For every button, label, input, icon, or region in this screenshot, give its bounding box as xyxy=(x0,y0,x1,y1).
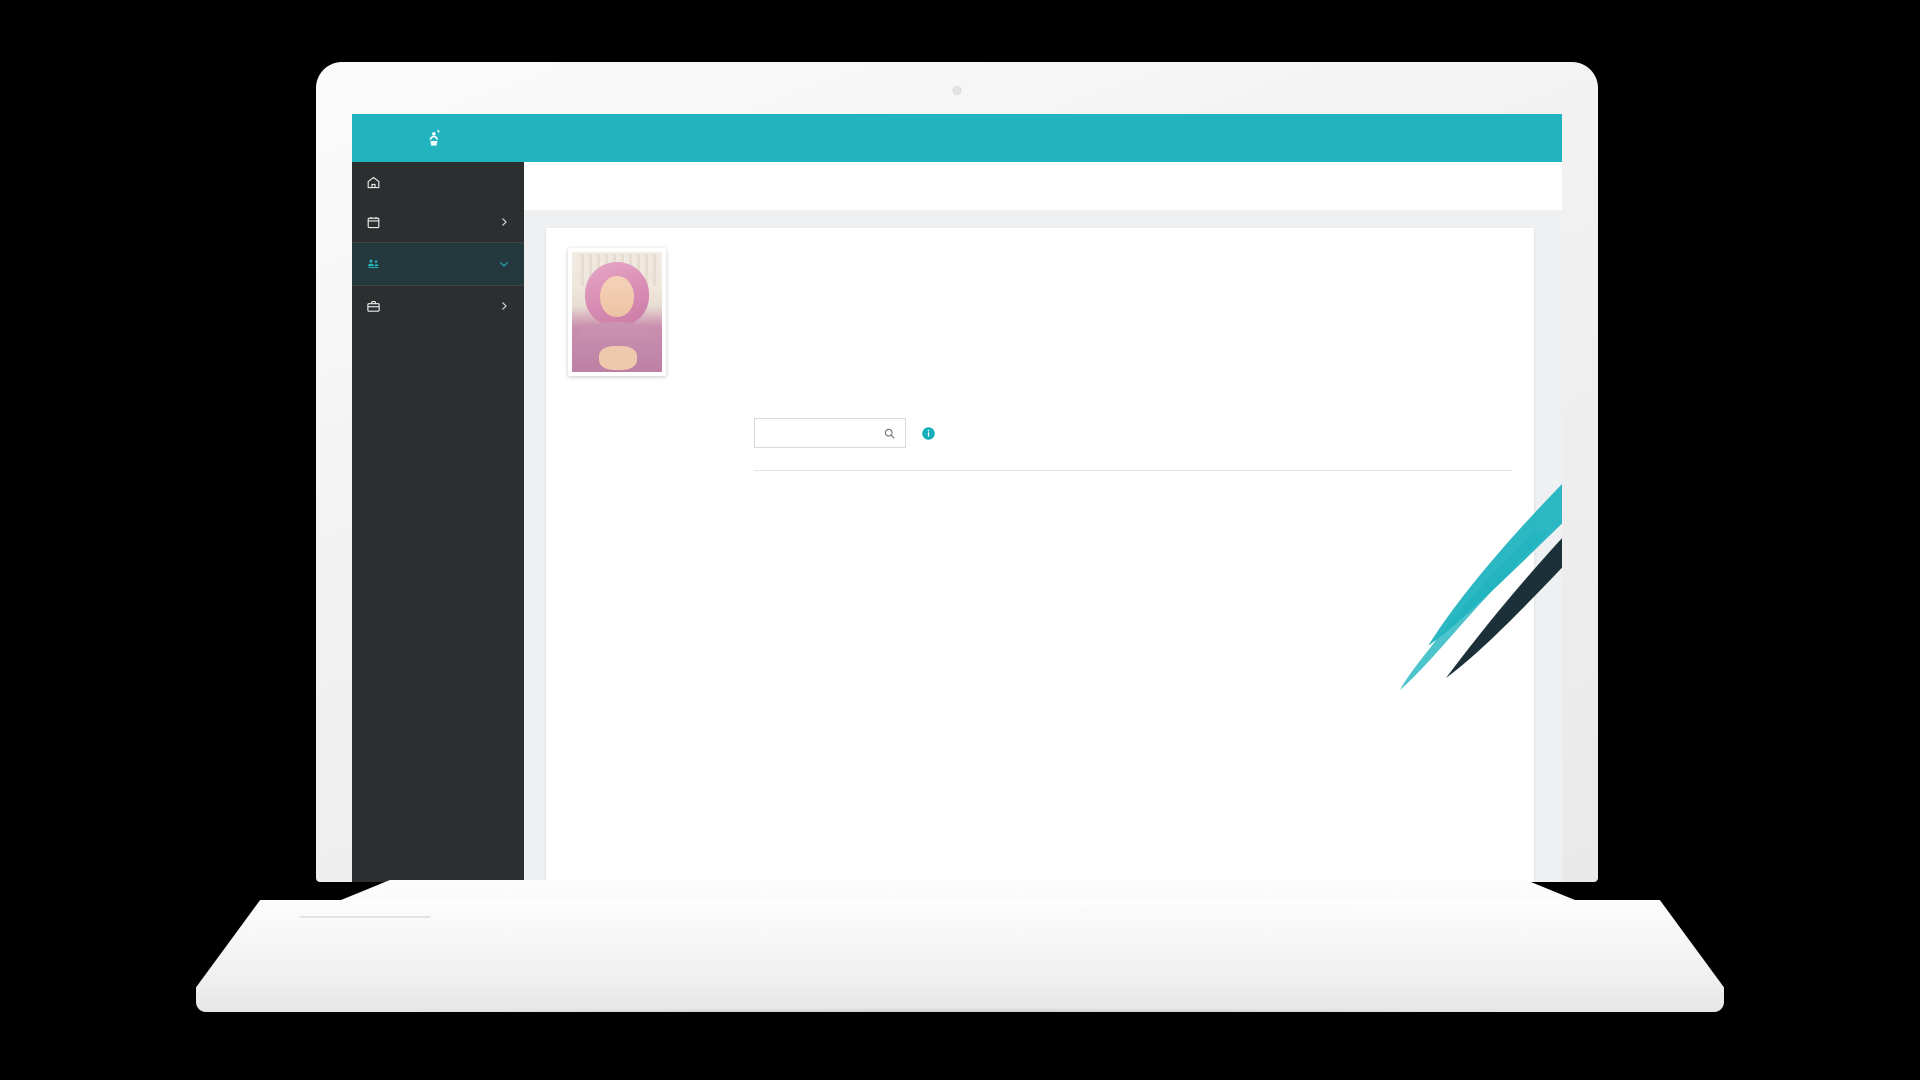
volunteer-card xyxy=(546,228,1534,882)
laptop-screen xyxy=(352,114,1562,882)
people-icon xyxy=(367,259,379,268)
trackpad-edge xyxy=(299,916,431,918)
profile-badges xyxy=(546,376,1534,394)
screenshot-stage xyxy=(0,0,1920,1080)
webcam-icon xyxy=(952,86,962,95)
chevron-right-icon xyxy=(502,302,507,310)
sidebar-group-header[interactable] xyxy=(352,243,524,285)
search-input[interactable] xyxy=(754,418,906,448)
avatar-photo xyxy=(572,252,662,372)
people-core-logo-icon xyxy=(429,129,441,146)
avatar[interactable] xyxy=(568,248,666,376)
section-pane xyxy=(728,418,1512,471)
chevron-right-icon xyxy=(502,218,507,226)
chevron-down-icon xyxy=(500,262,508,267)
calendar-icon xyxy=(367,216,380,228)
sidebar-item-dashboard[interactable] xyxy=(352,162,524,202)
briefcase-icon xyxy=(367,300,380,312)
info-icon[interactable] xyxy=(921,426,936,441)
profile-meta xyxy=(688,248,713,376)
search-row xyxy=(754,418,1512,448)
avatar-hands xyxy=(599,345,637,370)
app-topbar xyxy=(352,114,1562,162)
sidebar-group-volunteers xyxy=(352,242,524,286)
sidebar-item-opportunities[interactable] xyxy=(352,202,524,242)
avatar-face xyxy=(599,276,635,317)
page-title xyxy=(524,162,1562,210)
brand-logo[interactable] xyxy=(352,128,524,148)
main-content xyxy=(524,162,1562,882)
keyboard-spacebar xyxy=(1080,906,1350,920)
section-tab-list xyxy=(568,418,728,471)
home-icon xyxy=(367,176,380,188)
search-icon[interactable] xyxy=(883,427,896,440)
card-body xyxy=(546,394,1534,471)
sidebar-item-headcount[interactable] xyxy=(352,286,524,326)
sidebar-nav xyxy=(352,162,524,882)
content-tabs xyxy=(754,470,1512,471)
laptop-shadow xyxy=(240,1008,1680,1024)
profile-header xyxy=(546,248,1534,376)
